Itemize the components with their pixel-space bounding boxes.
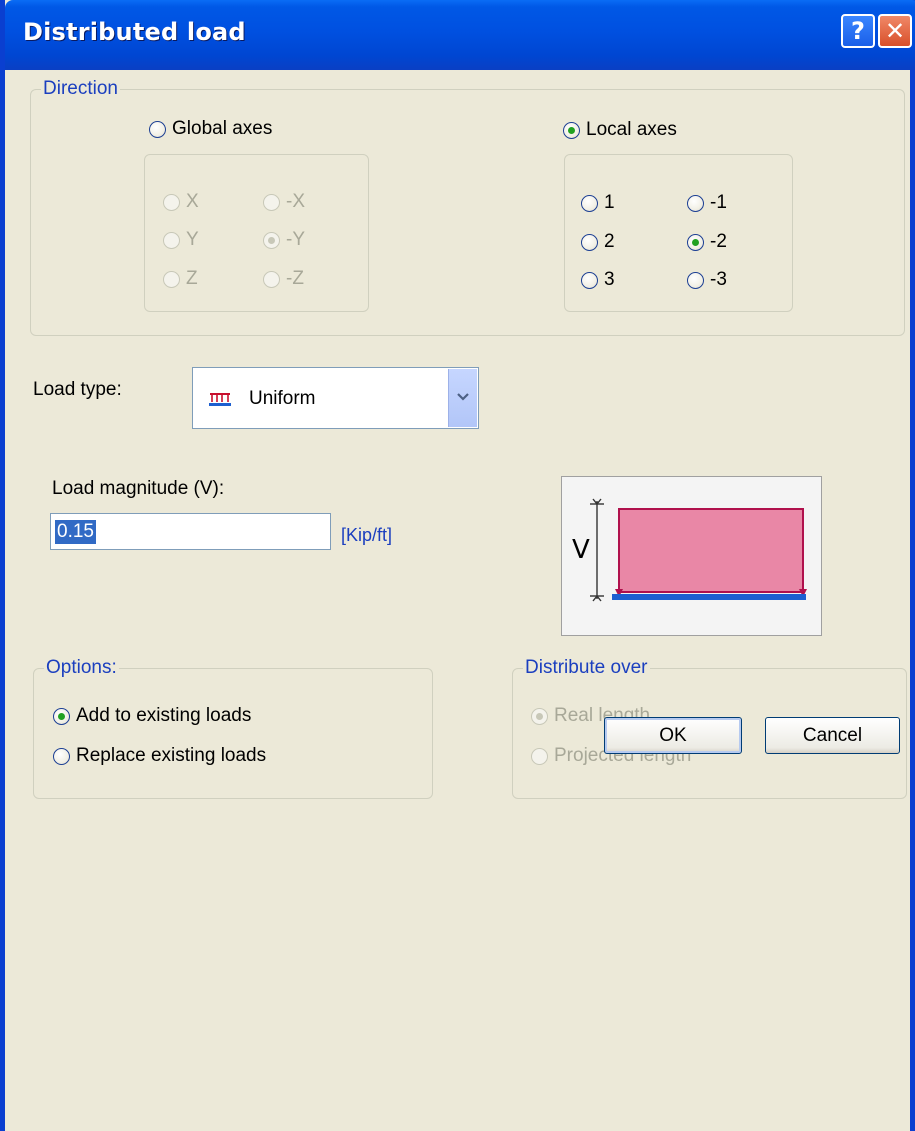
ok-button[interactable]: OK (604, 717, 742, 754)
global-neg-y-radio[interactable]: -Y (263, 229, 305, 251)
title-bar[interactable]: Distributed load ? ✕ (5, 0, 915, 70)
load-type-select[interactable]: Uniform (192, 367, 479, 429)
load-type-label: Load type: (33, 379, 122, 400)
chevron-down-icon (457, 393, 469, 401)
local-axes-label: Local axes (586, 119, 677, 140)
local-1-radio[interactable]: 1 (581, 192, 615, 214)
load-magnitude-label: Load magnitude (V): (52, 478, 225, 499)
local-2-radio[interactable]: 2 (581, 231, 615, 253)
dialog-content: Direction Global axes X -X Y -Y Z -Z Loc… (5, 70, 910, 1131)
global-axes-radio[interactable]: Global axes (149, 118, 272, 140)
diagram-v-label: V (572, 535, 590, 565)
help-icon: ? (851, 17, 865, 45)
local-neg-1-radio[interactable]: -1 (687, 192, 727, 214)
cancel-button[interactable]: Cancel (765, 717, 900, 754)
local-neg-3-radio[interactable]: -3 (687, 269, 727, 291)
dialog-window: Distributed load ? ✕ Direction Global ax… (0, 0, 915, 1131)
replace-existing-radio[interactable]: Replace existing loads (53, 745, 266, 767)
local-3-radio[interactable]: 3 (581, 269, 615, 291)
global-axes-label: Global axes (172, 118, 273, 139)
dropdown-button[interactable] (448, 369, 477, 427)
local-neg-2-radio[interactable]: -2 (687, 231, 727, 253)
add-to-existing-radio[interactable]: Add to existing loads (53, 705, 251, 727)
options-label: Options: (44, 657, 119, 679)
uniform-load-diagram (590, 498, 807, 602)
local-axes-radio[interactable]: Local axes (563, 119, 677, 141)
close-icon: ✕ (884, 17, 906, 45)
direction-label: Direction (41, 78, 120, 100)
direction-group: Direction Global axes X -X Y -Y Z -Z Loc… (30, 78, 905, 336)
help-button[interactable]: ? (841, 14, 875, 48)
load-magnitude-value: 0.15 (55, 520, 96, 544)
close-button[interactable]: ✕ (878, 14, 912, 48)
global-neg-z-radio[interactable]: -Z (263, 268, 304, 290)
local-axes-box: 1 -1 2 -2 3 -3 (564, 154, 793, 312)
distribute-over-label: Distribute over (523, 657, 650, 679)
global-axes-radio-circle (149, 120, 166, 138)
global-z-radio[interactable]: Z (163, 268, 198, 290)
uniform-load-icon (209, 393, 231, 406)
load-magnitude-input[interactable]: 0.15 (50, 513, 331, 550)
global-y-radio[interactable]: Y (163, 229, 199, 251)
global-neg-x-radio[interactable]: -X (263, 191, 305, 213)
global-axes-box: X -X Y -Y Z -Z (144, 154, 369, 312)
load-type-value: Uniform (249, 388, 316, 409)
window-title: Distributed load (23, 18, 246, 46)
load-diagram: V (561, 476, 822, 636)
options-group: Options: Add to existing loads Replace e… (33, 657, 433, 799)
local-axes-radio-circle (563, 121, 580, 139)
load-unit-label: [Kip/ft] (341, 525, 393, 545)
global-x-radio[interactable]: X (163, 191, 199, 213)
